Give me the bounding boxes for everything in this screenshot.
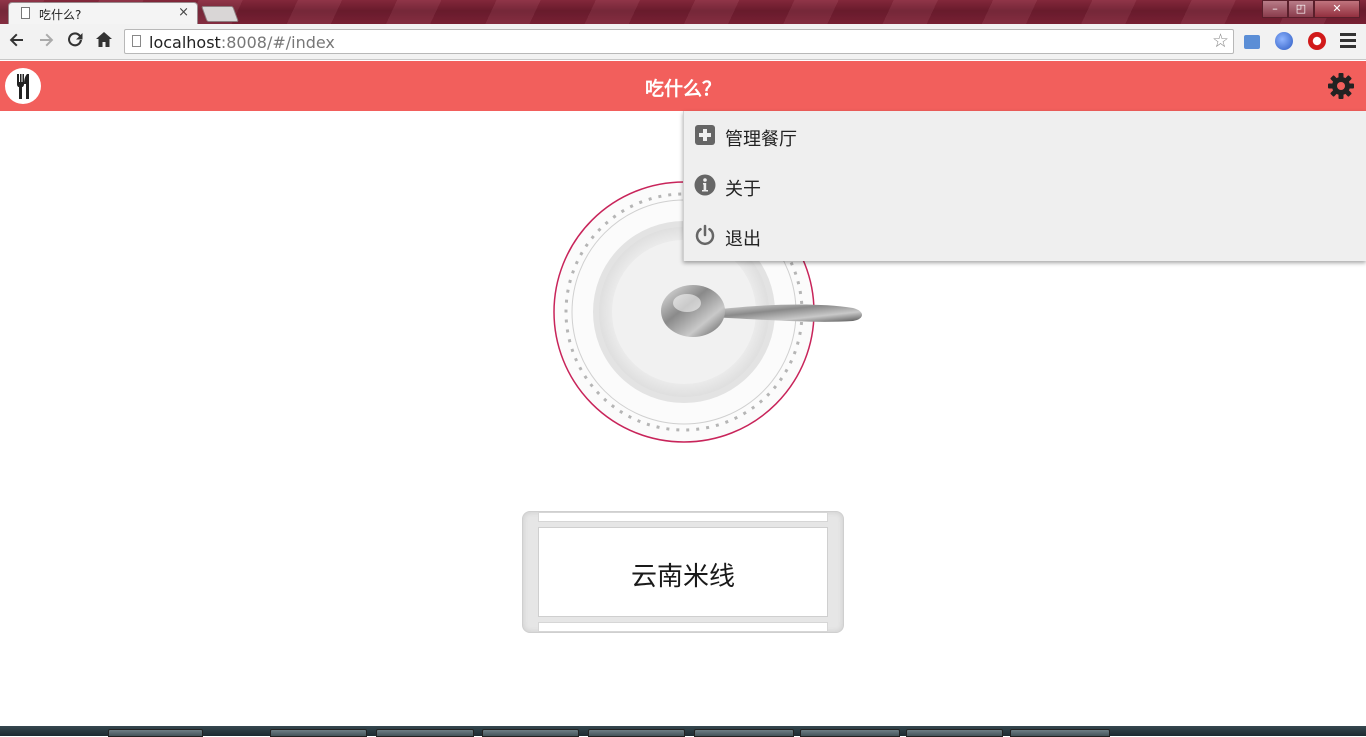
new-tab-button[interactable] [201,6,239,22]
page-icon [132,35,141,47]
extension-folder-icon[interactable] [1244,35,1260,49]
browser-menu-icon[interactable] [1340,33,1356,51]
app-header: 吃什么？ [0,61,1366,111]
close-window-button[interactable]: ✕ [1314,0,1360,18]
minimize-button[interactable]: – [1262,0,1288,18]
info-circle-icon [694,174,716,196]
reload-icon[interactable] [64,30,86,52]
menu-item-logout[interactable]: 退出 [684,211,1366,261]
extension-globe-icon[interactable] [1275,32,1293,50]
gear-icon[interactable] [1326,71,1356,101]
menu-item-label: 退出 [725,229,761,250]
browser-titlebar: 吃什么? × – ◰ ✕ [0,0,1366,24]
menu-item-manage-restaurants[interactable]: 管理餐厅 [684,111,1366,161]
menu-item-label: 管理餐厅 [725,129,797,150]
os-taskbar [0,726,1366,737]
page-icon [21,7,30,19]
menu-item-label: 关于 [725,179,761,200]
tab-close-icon[interactable]: × [178,5,189,20]
home-icon[interactable] [93,30,115,52]
address-bar[interactable]: localhost:8008/#/index ☆ [124,29,1234,54]
bookmark-star-icon[interactable]: ☆ [1212,30,1229,52]
url-text[interactable]: localhost:8008/#/index [149,33,335,52]
back-icon[interactable] [6,30,28,52]
menu-item-about[interactable]: 关于 [684,161,1366,211]
result-text: 云南米线 [630,562,735,592]
plus-square-icon [694,124,716,146]
extension-adblock-icon[interactable] [1308,32,1326,50]
settings-dropdown-menu: 管理餐厅 关于 退出 [683,111,1366,261]
result-inner-panel: 云南米线 [538,527,828,617]
page-title: 吃什么？ [644,78,721,100]
forward-icon[interactable] [35,30,57,52]
window-controls: – ◰ ✕ [1262,0,1360,18]
result-top-strip [538,512,828,522]
tab-title: 吃什么? [39,8,82,22]
result-bottom-strip [538,622,828,632]
browser-tab[interactable]: 吃什么? × [8,2,198,24]
power-icon [694,224,716,246]
browser-toolbar: localhost:8008/#/index ☆ [0,24,1366,60]
restore-button[interactable]: ◰ [1288,0,1314,18]
result-display: 云南米线 [522,511,844,633]
